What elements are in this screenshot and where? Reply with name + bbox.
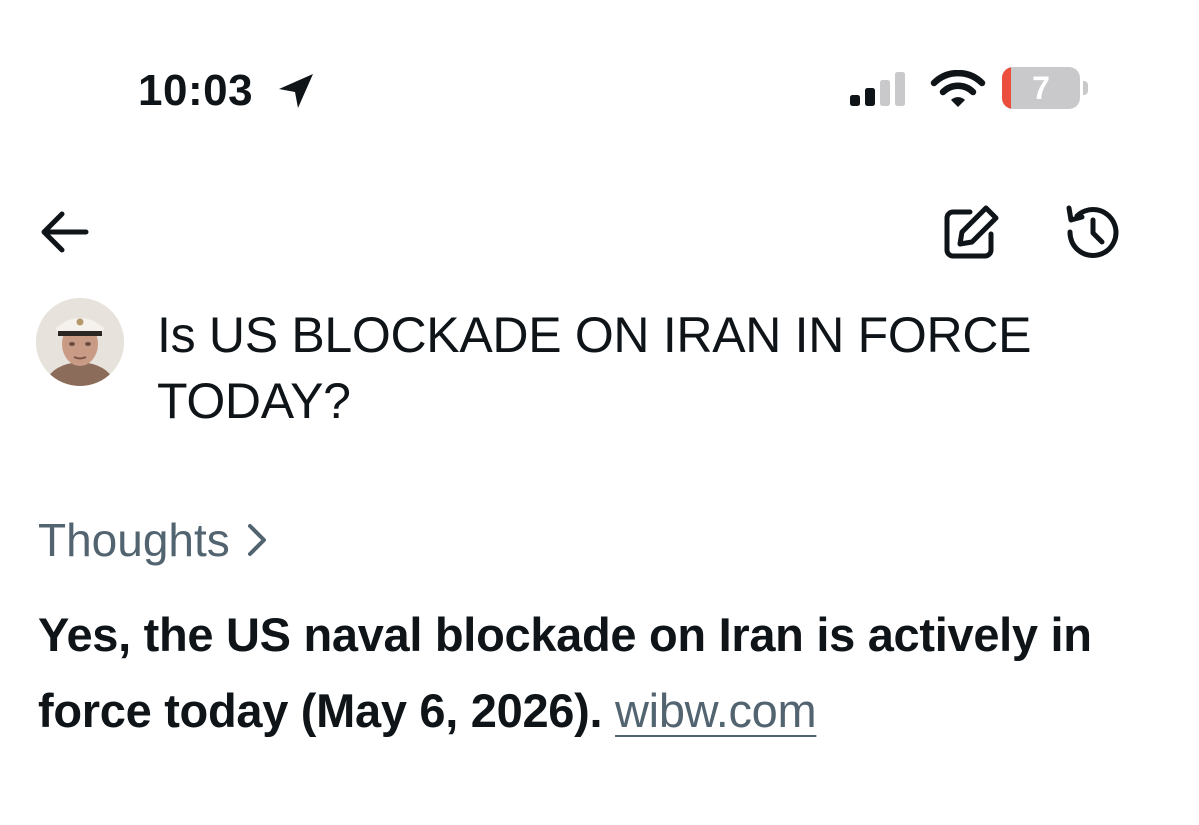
edit-button[interactable] (940, 204, 1002, 262)
thoughts-label: Thoughts (38, 514, 230, 566)
battery-cap (1083, 81, 1088, 95)
wifi-icon (930, 70, 986, 108)
location-arrow-icon (276, 71, 316, 111)
battery-percent: 7 (1032, 70, 1050, 106)
thoughts-toggle[interactable]: Thoughts (38, 510, 272, 570)
battery-icon: 7 (1002, 67, 1080, 109)
cellular-signal-icon (850, 72, 910, 106)
avatar (36, 298, 124, 386)
back-button[interactable] (36, 206, 92, 258)
user-query: Is US BLOCKADE ON IRAN IN FORCE TODAY? (157, 307, 1032, 429)
answer-text: Yes, the US naval blockade on Iran is ac… (38, 597, 1178, 749)
history-button[interactable] (1060, 202, 1124, 262)
edit-icon (944, 205, 999, 259)
status-time: 10:03 (138, 66, 254, 115)
arrow-left-icon (41, 211, 89, 253)
history-icon (1066, 205, 1119, 259)
source-link[interactable]: wibw.com (615, 684, 817, 737)
answer-body: Yes, the US naval blockade on Iran is ac… (38, 608, 1092, 737)
chevron-right-icon (247, 524, 266, 556)
